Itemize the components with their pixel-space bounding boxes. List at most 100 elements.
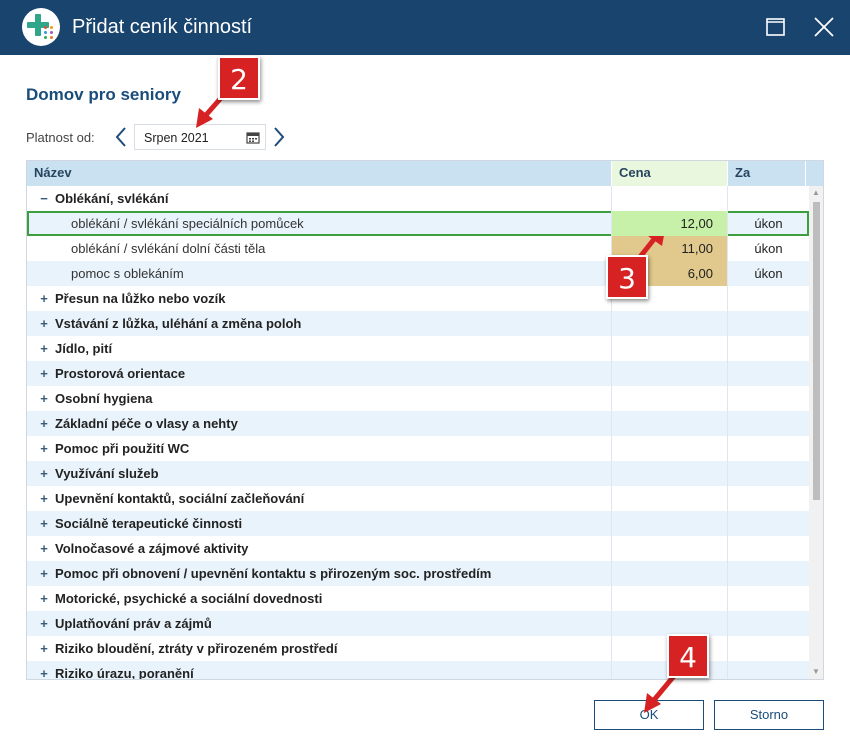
row-label: Sociálně terapeutické činnosti [55, 516, 243, 531]
row-label: oblékání / svlékání speciálních pomůcek [71, 216, 304, 231]
unit-cell [727, 561, 809, 586]
row-label: Riziko úrazu, poranění [55, 666, 194, 680]
column-header-unit[interactable]: Za [727, 161, 805, 186]
group-row[interactable]: + Pomoc při obnovení / upevnění kontaktu … [27, 561, 809, 586]
expand-icon[interactable]: + [39, 636, 49, 661]
expand-icon[interactable]: + [39, 586, 49, 611]
name-cell: + Motorické, psychické a sociální dovedno… [27, 586, 611, 611]
price-cell [611, 486, 727, 511]
group-row[interactable]: + Sociálně terapeutické činnosti [27, 511, 809, 536]
expand-icon[interactable]: + [39, 386, 49, 411]
unit-cell [727, 536, 809, 561]
table-row[interactable]: oblékání / svlékání dolní části těla 11,0… [27, 236, 809, 261]
group-row[interactable]: − Oblékání, svlékání [27, 186, 809, 211]
expand-icon[interactable]: + [39, 661, 49, 679]
group-row[interactable]: + Přesun na lůžko nebo vozík [27, 286, 809, 311]
group-row[interactable]: + Motorické, psychické a sociální dovedno… [27, 586, 809, 611]
price-cell [611, 311, 727, 336]
group-row[interactable]: + Uplatňování práv a zájmů [27, 611, 809, 636]
group-row[interactable]: + Upevnění kontaktů, sociální začleňování [27, 486, 809, 511]
vertical-scrollbar[interactable]: ▲ ▼ [809, 186, 823, 679]
row-label: Využívání služeb [55, 466, 159, 481]
chevron-right-icon[interactable] [270, 125, 288, 149]
column-header-filler [805, 161, 823, 186]
unit-cell [727, 461, 809, 486]
collapse-icon[interactable]: − [39, 186, 49, 211]
grid-rows: − Oblékání, svlékání oblékání / svlékání s… [27, 186, 809, 680]
price-cell [611, 186, 727, 211]
unit-cell [727, 361, 809, 386]
expand-icon[interactable]: + [39, 361, 49, 386]
maximize-icon[interactable] [763, 14, 789, 40]
group-row[interactable]: + Základní péče o vlasy a nehty [27, 411, 809, 436]
dialog-content: Domov pro seniory Platnost od: Srpen 202… [0, 55, 850, 750]
expand-icon[interactable]: + [39, 336, 49, 361]
unit-cell: úkon [727, 211, 809, 236]
name-cell: + Volnočasové a zájmové aktivity [27, 536, 611, 561]
expand-icon[interactable]: + [39, 286, 49, 311]
price-cell [611, 461, 727, 486]
price-cell [611, 436, 727, 461]
scroll-up-icon[interactable]: ▲ [809, 186, 823, 200]
expand-icon[interactable]: + [39, 461, 49, 486]
grid-header: Název Cena Za [27, 161, 823, 186]
group-row[interactable]: + Osobní hygiena [27, 386, 809, 411]
row-label: Vstávání z lůžka, uléhání a změna poloh [55, 316, 302, 331]
row-label: Riziko bloudění, ztráty v přirozeném pro… [55, 641, 338, 656]
expand-icon[interactable]: + [39, 486, 49, 511]
close-icon[interactable] [811, 14, 837, 40]
ok-button[interactable]: OK [594, 700, 704, 730]
group-row[interactable]: + Využívání služeb [27, 461, 809, 486]
expand-icon[interactable]: + [39, 511, 49, 536]
name-cell: pomoc s oblekáním [27, 261, 611, 286]
group-row[interactable]: + Volnočasové a zájmové aktivity [27, 536, 809, 561]
price-cell [611, 611, 727, 636]
table-row[interactable]: pomoc s oblekáním 6,00 úkon [27, 261, 809, 286]
column-header-price[interactable]: Cena [611, 161, 727, 186]
price-list-grid: Název Cena Za − Oblékání, svlékání oblékán… [26, 160, 824, 680]
group-row[interactable]: + Jídlo, pití [27, 336, 809, 361]
name-cell: + Osobní hygiena [27, 386, 611, 411]
expand-icon[interactable]: + [39, 536, 49, 561]
row-label: Volnočasové a zájmové aktivity [55, 541, 249, 556]
row-label: pomoc s oblekáním [71, 266, 184, 281]
expand-icon[interactable]: + [39, 561, 49, 586]
date-picker-field[interactable]: Srpen 2021 [134, 124, 266, 150]
scroll-down-icon[interactable]: ▼ [809, 665, 823, 679]
unit-cell [727, 186, 809, 211]
expand-icon[interactable]: + [39, 411, 49, 436]
row-label: Upevnění kontaktů, sociální začleňování [55, 491, 305, 506]
row-label: Pomoc při použití WC [55, 441, 190, 456]
scroll-thumb[interactable] [813, 202, 820, 500]
name-cell: + Vstávání z lůžka, uléhání a změna poloh [27, 311, 611, 336]
name-cell: + Uplatňování práv a zájmů [27, 611, 611, 636]
unit-cell [727, 661, 809, 679]
group-row[interactable]: + Prostorová orientace [27, 361, 809, 386]
price-cell [611, 411, 727, 436]
expand-icon[interactable]: + [39, 611, 49, 636]
date-value: Srpen 2021 [144, 131, 209, 145]
group-row[interactable]: + Pomoc při použití WC [27, 436, 809, 461]
expand-icon[interactable]: + [39, 311, 49, 336]
unit-cell [727, 511, 809, 536]
row-label: Oblékání, svlékání [55, 191, 169, 206]
page-title: Domov pro seniory [26, 85, 181, 104]
name-cell: + Riziko úrazu, poranění [27, 661, 611, 680]
calendar-icon[interactable] [246, 131, 260, 144]
unit-cell [727, 311, 809, 336]
row-label: Motorické, psychické a sociální dovednos… [55, 591, 323, 606]
expand-icon[interactable]: + [39, 436, 49, 461]
unit-cell [727, 611, 809, 636]
price-cell [611, 386, 727, 411]
name-cell: + Jídlo, pití [27, 336, 611, 361]
table-row[interactable]: oblékání / svlékání speciálních pomůcek 1… [27, 211, 809, 236]
row-label: Osobní hygiena [55, 391, 153, 406]
group-row[interactable]: + Vstávání z lůžka, uléhání a změna poloh [27, 311, 809, 336]
unit-cell [727, 486, 809, 511]
price-cell[interactable]: 12,00 [611, 211, 727, 236]
cancel-button[interactable]: Storno [714, 700, 824, 730]
app-logo-icon [22, 8, 60, 46]
chevron-left-icon[interactable] [112, 125, 130, 149]
column-header-name[interactable]: Název [27, 161, 611, 186]
unit-cell [727, 286, 809, 311]
